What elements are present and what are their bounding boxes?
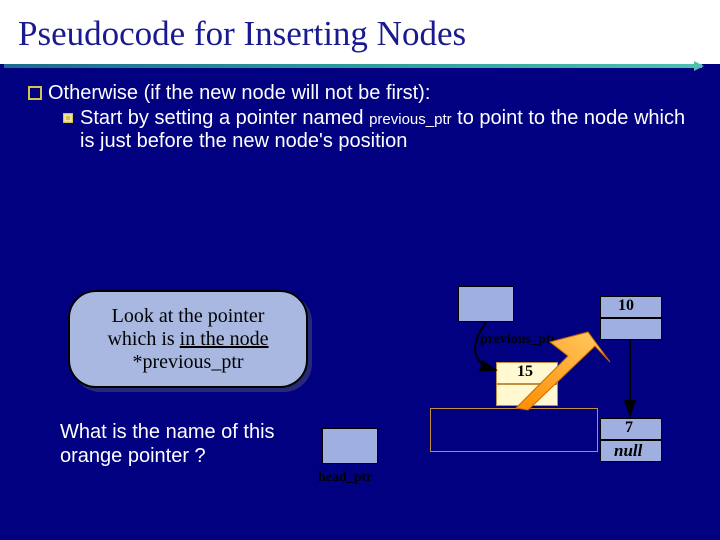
- head-ptr-label: head_ptr: [318, 470, 372, 486]
- node-15-ptr: [496, 384, 558, 406]
- head-ptr-box: [322, 428, 378, 464]
- null-label: null: [614, 441, 642, 461]
- callout-l1: Look at the pointer: [112, 305, 265, 327]
- square-bullet-icon: [28, 86, 42, 100]
- node-10-label: 10: [618, 297, 634, 315]
- question-text: What is the name of this orange pointer …: [60, 420, 310, 468]
- title-divider: [4, 64, 702, 68]
- yellow-highlight-rect: [430, 408, 598, 452]
- sub-mono: previous_ptr: [369, 111, 452, 128]
- slide-title: Pseudocode for Inserting Nodes: [18, 14, 702, 54]
- node-15-label: 15: [517, 363, 533, 381]
- callout-l3: *previous_ptr: [132, 351, 243, 373]
- filled-square-bullet-icon: [62, 112, 74, 124]
- callout-l2a: which is: [107, 328, 179, 350]
- previous-ptr-box: [458, 286, 514, 322]
- callout-bubble: Look at the pointer which is in the node…: [68, 290, 308, 388]
- bullet-level2: Start by setting a pointer named previou…: [62, 107, 692, 153]
- sub-part1: Start by setting a pointer named: [80, 107, 369, 129]
- subbullet-text: Start by setting a pointer named previou…: [80, 107, 692, 153]
- previous-ptr-label: previous_ptr: [480, 332, 557, 348]
- bullet-content: Otherwise (if the new node will not be f…: [0, 68, 720, 167]
- diagram-area: previous_ptr head_ptr 10 15 7 null: [310, 280, 710, 520]
- callout-l2b: in the node: [180, 328, 269, 350]
- node-10-ptr: [600, 318, 662, 340]
- bullet-level1: Otherwise (if the new node will not be f…: [28, 82, 692, 105]
- node-7-label: 7: [625, 419, 633, 437]
- bullet1-text: Otherwise (if the new node will not be f…: [48, 82, 430, 105]
- title-bar: Pseudocode for Inserting Nodes: [0, 0, 720, 64]
